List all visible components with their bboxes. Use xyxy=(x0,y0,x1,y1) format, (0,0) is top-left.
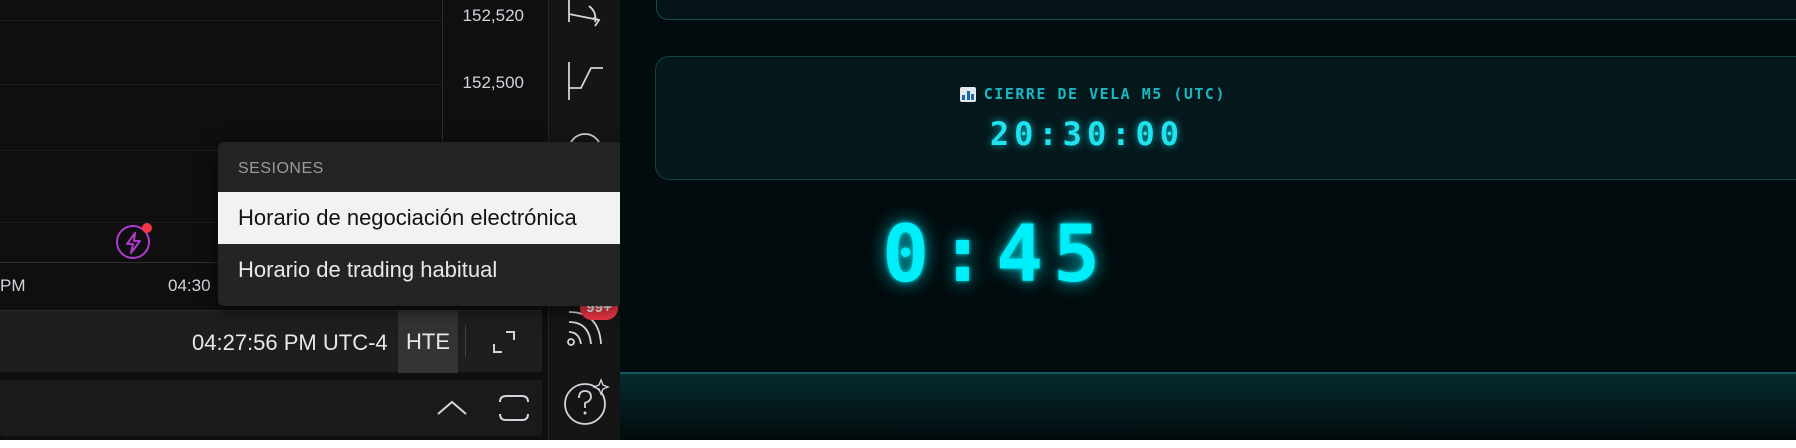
time-label: PM xyxy=(0,276,26,295)
trend-angle-icon xyxy=(568,0,601,27)
session-button[interactable]: HTE xyxy=(398,311,458,373)
top-card xyxy=(656,0,1796,20)
event-indicator-dot xyxy=(142,223,152,233)
economic-event-icon[interactable] xyxy=(116,223,152,259)
pitchfork-icon xyxy=(568,62,603,100)
collapse-panel-button[interactable] xyxy=(432,394,472,422)
chart-bottom-bar xyxy=(0,380,542,436)
pitchfork-tool[interactable] xyxy=(563,58,607,102)
maximize-panel-button[interactable] xyxy=(494,392,534,424)
candle-close-time: 20:30:00 xyxy=(989,115,1184,153)
bottom-card xyxy=(620,372,1796,440)
session-menu: SESIONES Horario de negociación electrón… xyxy=(218,142,622,306)
maximize-icon xyxy=(499,395,529,421)
candle-countdown-app: CIERRE DE VELA M5 (UTC) 20:30:00 0:45 xyxy=(620,0,1796,440)
chart-status-bar: 04:27:56 PM UTC-4 HTE xyxy=(0,310,542,373)
chevron-up-icon xyxy=(437,400,467,415)
bar-chart-icon xyxy=(959,86,976,102)
timezone-clock[interactable]: 04:27:56 PM UTC-4 xyxy=(192,330,388,356)
fullscreen-button[interactable] xyxy=(482,324,524,360)
gridline xyxy=(0,20,442,21)
trend-angle-tool[interactable] xyxy=(563,0,607,38)
price-label: 152,520 xyxy=(462,6,524,25)
help-sparkle-icon xyxy=(564,378,610,425)
gridline xyxy=(0,84,442,85)
menu-item-electronic-hours[interactable]: Horario de negociación electrónica xyxy=(218,192,622,244)
countdown-timer: 0:45 xyxy=(882,210,1110,300)
menu-header: SESIONES xyxy=(238,160,324,177)
expand-icon xyxy=(493,331,515,353)
lightning-icon xyxy=(126,232,141,254)
time-label: 04:30 xyxy=(168,276,211,295)
price-label: 152,500 xyxy=(462,73,524,92)
menu-item-regular-hours[interactable]: Horario de trading habitual xyxy=(218,244,622,296)
candle-close-label-row: CIERRE DE VELA M5 (UTC) xyxy=(656,85,1796,106)
divider xyxy=(465,325,466,357)
candle-close-card: CIERRE DE VELA M5 (UTC) 20:30:00 xyxy=(655,56,1796,180)
candle-close-label: CIERRE DE VELA M5 (UTC) xyxy=(983,85,1226,103)
help-button[interactable] xyxy=(561,378,611,428)
